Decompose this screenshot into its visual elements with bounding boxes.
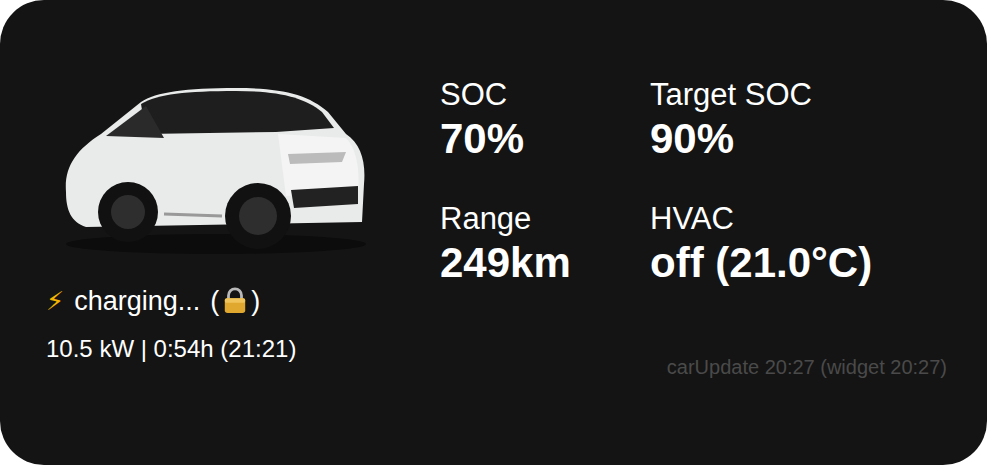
update-time: carUpdate 20:27 (widget 20:27) — [667, 354, 947, 380]
metric-label: SOC — [440, 76, 650, 114]
metric-value: 249km — [440, 238, 650, 288]
status-label: charging... — [74, 283, 200, 319]
metric-value: off (21.0°C) — [650, 238, 947, 288]
metrics-grid: SOC70%Target SOC90%Range249kmHVACoff (21… — [440, 76, 947, 288]
bolt-icon: ⚡ — [46, 283, 64, 319]
metrics-panel: SOC70%Target SOC90%Range249kmHVACoff (21… — [440, 0, 987, 465]
metric-label: Target SOC — [650, 76, 947, 114]
vehicle-panel: ⚡ charging... ( ) 10.5 kW | 0:54h (21:21… — [0, 0, 440, 465]
charging-details: 10.5 kW | 0:54h (21:21) — [46, 333, 440, 365]
metric-label: Range — [440, 200, 650, 238]
paren-close: ) — [251, 283, 260, 319]
car-icon — [46, 72, 376, 257]
widget-card: ⚡ charging... ( ) 10.5 kW | 0:54h (21:21… — [0, 0, 987, 465]
metric-cell: SOC70% — [440, 76, 650, 164]
metric-cell: Range249km — [440, 200, 650, 288]
car-picture — [46, 72, 376, 257]
charging-status: ⚡ charging... ( ) — [46, 283, 440, 319]
metric-value: 90% — [650, 114, 947, 164]
footer-row: carUpdate 20:27 (widget 20:27) — [440, 354, 947, 380]
metric-cell: Target SOC90% — [650, 76, 947, 164]
lock-group: ( ) — [210, 283, 260, 319]
metric-cell: HVACoff (21.0°C) — [650, 200, 947, 288]
paren-open: ( — [210, 283, 219, 319]
metric-value: 70% — [440, 114, 650, 164]
lock-icon — [221, 286, 249, 316]
metric-label: HVAC — [650, 200, 947, 238]
